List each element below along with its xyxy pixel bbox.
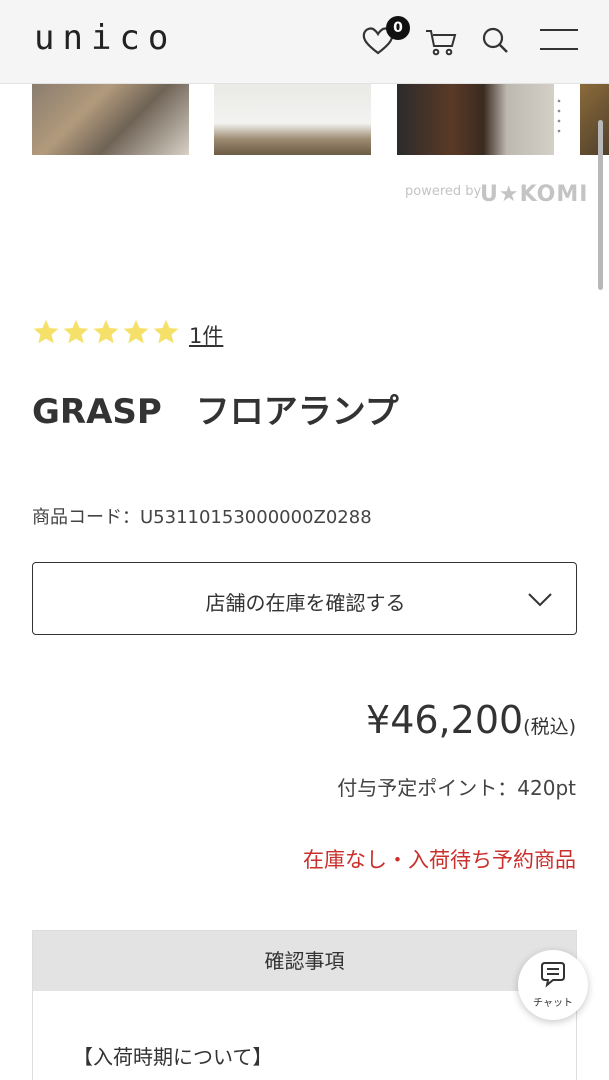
star-icon xyxy=(153,319,179,344)
star-icon xyxy=(63,319,89,344)
favorites-count-badge: 0 xyxy=(386,16,410,40)
review-photo[interactable] xyxy=(214,84,564,155)
store-stock-check-button[interactable]: 店舗の在庫を確認する xyxy=(32,562,577,635)
store-stock-check-label: 店舗の在庫を確認する xyxy=(205,591,406,615)
confirmation-heading: 確認事項 xyxy=(33,931,576,991)
cart-icon[interactable] xyxy=(420,20,464,64)
tax-note: (税込) xyxy=(523,716,576,738)
price: ¥46,200 xyxy=(366,698,524,742)
chevron-down-icon xyxy=(528,593,552,607)
price-row: ¥46,200(税込) xyxy=(366,698,576,742)
site-logo[interactable]: unico xyxy=(34,18,176,58)
product-code: 商品コード：U53110153000000Z0288 xyxy=(32,507,372,528)
review-photo-strip[interactable] xyxy=(0,84,609,156)
menu-icon[interactable] xyxy=(534,20,578,64)
arrival-timing-heading: 【入荷時期について】 xyxy=(73,1045,273,1069)
ukomi-logo: U★KOMI xyxy=(480,182,589,207)
chat-label: チャット xyxy=(533,998,573,1009)
review-photo[interactable] xyxy=(580,84,609,155)
chat-button[interactable]: チャット xyxy=(518,950,588,1020)
review-count-link[interactable]: 1件 xyxy=(189,320,223,350)
review-photo[interactable] xyxy=(397,84,554,155)
stock-status: 在庫なし・入荷待ち予約商品 xyxy=(303,848,576,872)
site-header: unico 0 xyxy=(0,0,609,84)
chat-bubble-icon xyxy=(541,962,565,988)
star-icon xyxy=(93,319,119,344)
reward-points: 付与予定ポイント：420pt xyxy=(337,776,576,800)
star-icon xyxy=(123,319,149,344)
search-icon[interactable] xyxy=(474,20,518,64)
rating-stars xyxy=(32,318,182,350)
confirmation-section: 確認事項 【入荷時期について】 xyxy=(32,930,577,1080)
star-icon xyxy=(33,319,59,344)
product-title: GRASP フロアランプ xyxy=(32,392,399,432)
powered-by-label: powered by xyxy=(405,184,482,199)
review-photo[interactable] xyxy=(32,84,189,155)
scrollbar[interactable] xyxy=(598,120,603,290)
